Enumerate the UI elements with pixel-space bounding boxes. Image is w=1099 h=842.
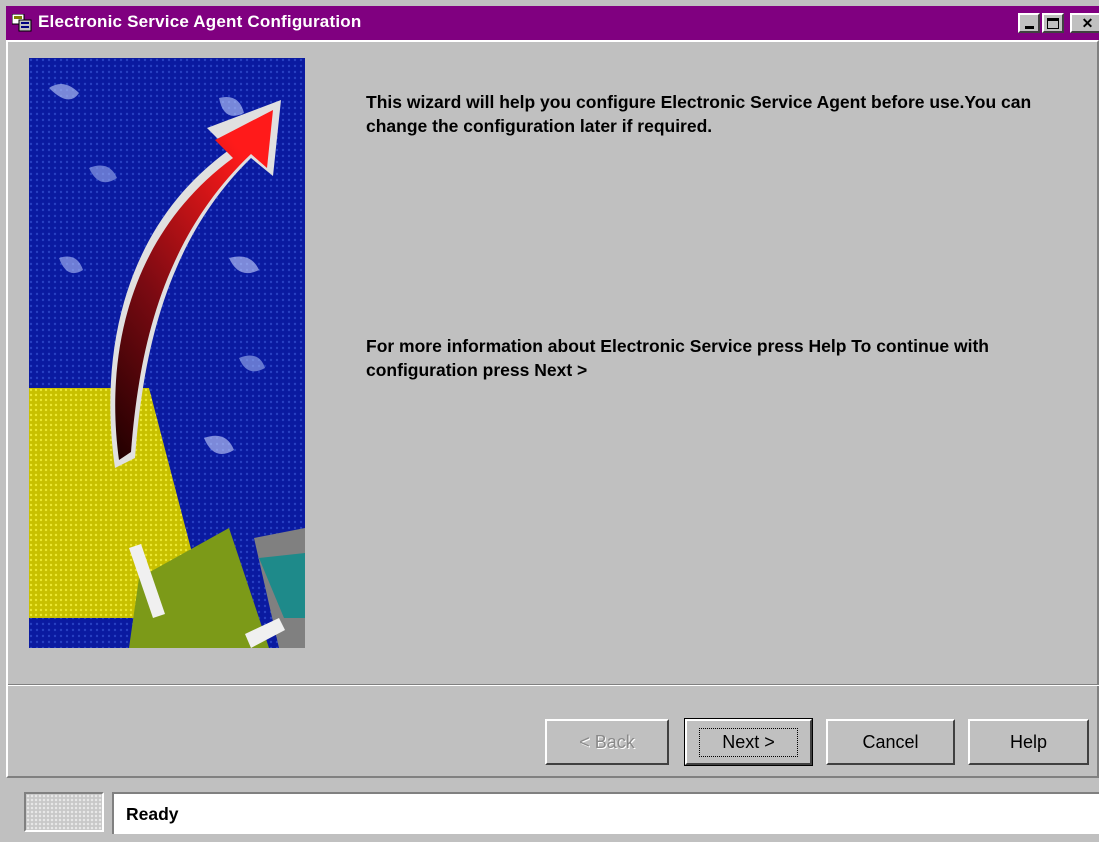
wizard-artwork — [29, 58, 305, 648]
help-button[interactable]: Help — [968, 719, 1089, 765]
maximize-button[interactable] — [1042, 13, 1064, 33]
back-button[interactable]: < Back — [545, 719, 669, 765]
wizard-intro-text: This wizard will help you configure Elec… — [366, 92, 1032, 136]
status-text: Ready — [126, 804, 179, 824]
wizard-help-text: For more information about Electronic Se… — [366, 336, 989, 380]
cancel-button[interactable]: Cancel — [826, 719, 955, 765]
cancel-button-label: Cancel — [862, 731, 919, 752]
minimize-button[interactable] — [1018, 13, 1040, 33]
title-bar[interactable]: Electronic Service Agent Configuration ✕ — [6, 6, 1099, 40]
maximize-icon — [1047, 17, 1059, 29]
app-window-icon — [12, 14, 32, 32]
status-indicator — [24, 792, 104, 832]
minimize-icon — [1024, 26, 1034, 29]
help-button-label: Help — [1009, 731, 1048, 752]
close-button[interactable]: ✕ — [1070, 13, 1099, 33]
status-bar: Ready — [6, 780, 1099, 842]
status-field: Ready — [112, 792, 1099, 834]
wizard-window: Electronic Service Agent Configuration ✕ — [0, 0, 1099, 842]
next-button-label: Next > — [699, 727, 798, 757]
button-separator — [8, 684, 1099, 686]
close-icon: ✕ — [1081, 15, 1094, 31]
window-title: Electronic Service Agent Configuration — [38, 12, 362, 31]
back-button-label: < Back — [579, 731, 635, 752]
next-button[interactable]: Next > — [684, 718, 813, 766]
